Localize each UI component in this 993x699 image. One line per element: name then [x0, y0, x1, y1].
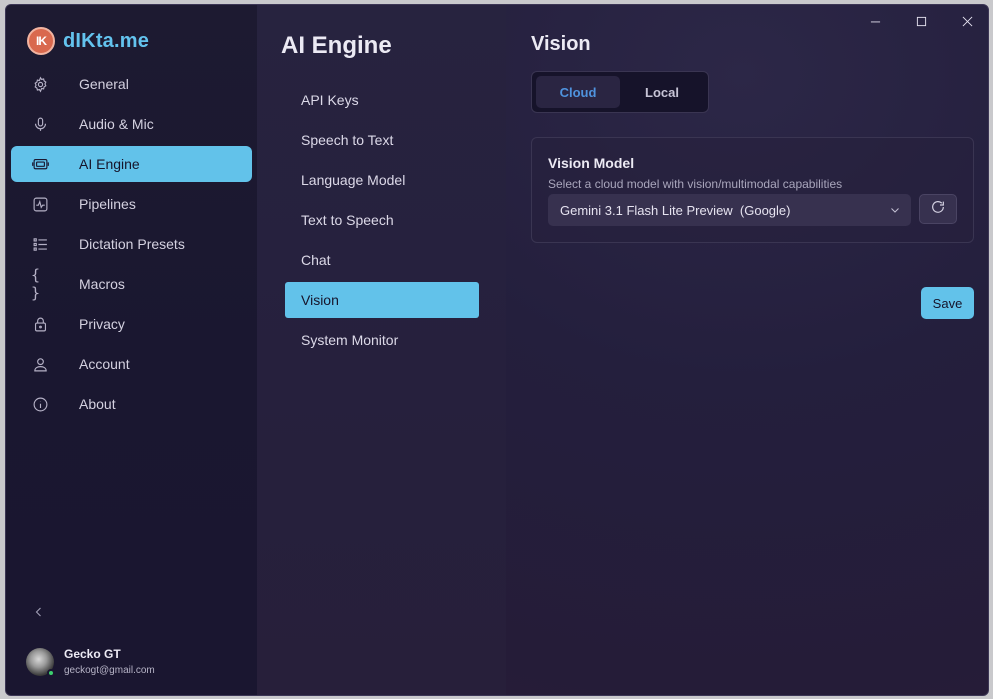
- chip-icon: [31, 155, 49, 173]
- subnav-item-language-model[interactable]: Language Model: [285, 162, 479, 198]
- card-title: Vision Model: [548, 155, 635, 171]
- subnav-list: API Keys Speech to Text Language Model T…: [285, 82, 479, 362]
- chevron-left-icon: [33, 605, 45, 623]
- minimize-icon: [870, 14, 881, 32]
- sidebar-item-label: About: [79, 396, 116, 412]
- vision-model-select[interactable]: Gemini 3.1 Flash Lite Preview (Google): [548, 194, 911, 226]
- user-icon: [31, 355, 49, 373]
- sidebar-item-label: Pipelines: [79, 196, 136, 212]
- sidebar-item-label: General: [79, 76, 129, 92]
- info-icon: [31, 395, 49, 413]
- app-logo-text: IK: [36, 34, 47, 48]
- online-status-dot: [47, 668, 55, 677]
- sidebar-item-label: Dictation Presets: [79, 236, 185, 252]
- brand[interactable]: IK dIKta.me: [27, 27, 149, 55]
- sidebar-item-label: AI Engine: [79, 156, 140, 172]
- sidebar-item-macros[interactable]: { } Macros: [11, 266, 252, 302]
- sidebar-item-general[interactable]: General: [11, 66, 252, 102]
- subnav-item-text-to-speech[interactable]: Text to Speech: [285, 202, 479, 238]
- subnav-item-system-monitor[interactable]: System Monitor: [285, 322, 479, 358]
- sidebar-item-privacy[interactable]: Privacy: [11, 306, 252, 342]
- section-title: AI Engine: [281, 32, 392, 59]
- refresh-icon: [930, 199, 946, 220]
- user-email: geckogt@gmail.com: [64, 665, 155, 676]
- pulse-icon: [31, 195, 49, 213]
- sidebar-item-label: Privacy: [79, 316, 125, 332]
- sidebar-item-label: Account: [79, 356, 130, 372]
- tab-local[interactable]: Local: [620, 76, 704, 108]
- user-name: Gecko GT: [64, 647, 121, 661]
- maximize-icon: [916, 14, 927, 32]
- list-icon: [31, 235, 49, 253]
- braces-icon: { }: [31, 266, 41, 302]
- sidebar: IK dIKta.me General Audio & Mic AI Engin…: [6, 5, 257, 695]
- sidebar-nav: General Audio & Mic AI Engine Pipelines: [11, 66, 252, 426]
- gear-icon: [31, 75, 49, 93]
- sidebar-item-about[interactable]: About: [11, 386, 252, 422]
- subnav-item-chat[interactable]: Chat: [285, 242, 479, 278]
- main-content: Vision Cloud Local Vision Model Select a…: [506, 5, 988, 695]
- microphone-icon: [31, 115, 49, 133]
- sidebar-item-audio-mic[interactable]: Audio & Mic: [11, 106, 252, 142]
- app-window: IK dIKta.me General Audio & Mic AI Engin…: [5, 4, 989, 696]
- sidebar-item-ai-engine[interactable]: AI Engine: [11, 146, 252, 182]
- lock-icon: [31, 315, 49, 333]
- sidebar-item-dictation-presets[interactable]: Dictation Presets: [11, 226, 252, 262]
- sidebar-item-label: Macros: [79, 276, 125, 292]
- close-button[interactable]: [944, 9, 988, 37]
- subnav-item-api-keys[interactable]: API Keys: [285, 82, 479, 118]
- vision-model-card: Vision Model Select a cloud model with v…: [531, 137, 974, 243]
- chevron-down-icon: [887, 202, 903, 218]
- app-name: dIKta.me: [63, 29, 150, 52]
- card-description: Select a cloud model with vision/multimo…: [548, 177, 843, 191]
- ai-engine-subnav: AI Engine API Keys Speech to Text Langua…: [257, 5, 506, 695]
- app-logo: IK: [27, 27, 55, 55]
- sidebar-item-pipelines[interactable]: Pipelines: [11, 186, 252, 222]
- tab-cloud[interactable]: Cloud: [536, 76, 620, 108]
- user-profile[interactable]: Gecko GT geckogt@gmail.com: [26, 647, 155, 677]
- subnav-item-speech-to-text[interactable]: Speech to Text: [285, 122, 479, 158]
- cloud-local-toggle: Cloud Local: [531, 71, 709, 113]
- save-button[interactable]: Save: [921, 287, 974, 319]
- selected-model-value: Gemini 3.1 Flash Lite Preview (Google): [560, 202, 791, 218]
- refresh-models-button[interactable]: [919, 194, 957, 224]
- close-icon: [962, 14, 973, 32]
- subnav-item-vision[interactable]: Vision: [285, 282, 479, 318]
- sidebar-item-label: Audio & Mic: [79, 116, 154, 132]
- maximize-button[interactable]: [898, 9, 944, 37]
- minimize-button[interactable]: [852, 9, 898, 37]
- sidebar-item-account[interactable]: Account: [11, 346, 252, 382]
- page-title: Vision: [531, 33, 591, 55]
- avatar: [26, 647, 55, 677]
- collapse-sidebar-button[interactable]: [30, 605, 48, 623]
